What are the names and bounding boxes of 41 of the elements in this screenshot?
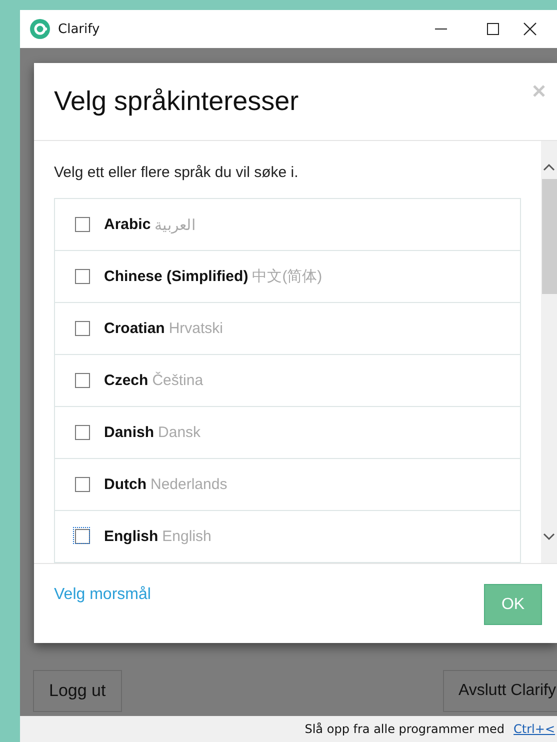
native-name: 中文(简体) [252,267,322,286]
shortcut-link[interactable]: Ctrl+< [514,722,555,736]
native-name: العربية [154,216,196,234]
language-name: Croatian [104,320,165,337]
checkbox[interactable] [75,269,90,284]
language-option[interactable]: Dutch Nederlands [55,459,520,511]
language-option[interactable]: Czech Čeština [55,355,520,407]
language-name: English [104,528,158,545]
scroll-down-icon[interactable] [543,533,555,541]
native-name: Hrvatski [168,320,224,337]
status-text: Slå opp fra alle programmer med [304,722,505,736]
language-name: Danish [104,424,154,441]
checkbox[interactable] [75,217,90,232]
native-name: Dansk [158,424,201,441]
language-name: Dutch [104,476,146,493]
native-name: Nederlands [150,476,228,493]
language-name: Chinese (Simplified) [104,268,248,285]
instruction-text: Velg ett eller flere språk du vil søke i. [54,164,300,183]
language-option[interactable]: Croatian Hrvatski [55,303,520,355]
language-option[interactable]: English English [55,511,520,563]
dialog-title: Velg språkinteresser [54,86,300,117]
checkbox[interactable] [75,321,90,336]
scroll-thumb[interactable] [542,179,556,294]
logo-icon [30,19,50,39]
close-icon [523,22,537,36]
maximize-icon [487,23,499,35]
checkbox[interactable] [75,477,90,492]
scroll-up-icon[interactable] [543,163,555,171]
language-option[interactable]: Chinese (Simplified) 中文(简体) [55,251,520,303]
language-option[interactable]: Danish Dansk [55,407,520,459]
language-name: Arabic [104,216,151,233]
language-name: Czech [104,372,148,389]
minimize-icon [435,28,447,30]
checkbox[interactable] [75,425,90,440]
quit-button[interactable]: Avslutt Clarify [443,670,557,712]
logout-button[interactable]: Logg ut [33,670,122,712]
window-title: Clarify [58,22,100,36]
native-name: Čeština [152,372,204,389]
native-name: English [162,528,212,545]
scrollbar[interactable] [541,141,557,563]
checkbox[interactable] [75,373,90,388]
